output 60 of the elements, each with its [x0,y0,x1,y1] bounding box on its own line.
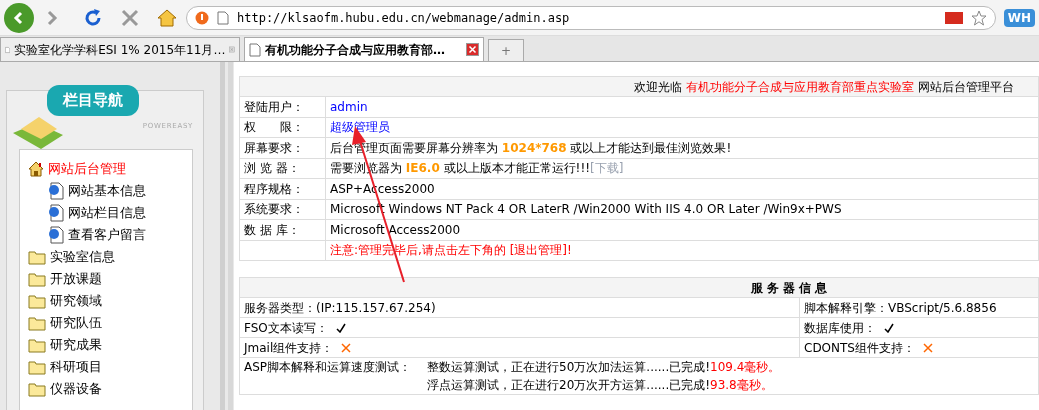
new-tab-button[interactable]: + [488,39,524,61]
nav-link[interactable]: 网站后台管理 [48,159,126,179]
nav-link[interactable]: 科研项目 [50,357,102,377]
nav-link[interactable]: 研究成果 [50,335,102,355]
close-icon[interactable] [466,43,479,56]
folder-icon [28,249,46,265]
page-icon [48,182,64,200]
nav-link[interactable]: 研究队伍 [50,313,102,333]
close-icon[interactable] [120,7,140,28]
section-title: 服 务 器 信 息 [750,280,828,295]
folder-icon [28,359,46,375]
server-info: 服务器类型：(IP:115.157.67.254) [244,300,436,315]
browser-tab[interactable]: 有机功能分子合成与应用教育部… [244,37,484,61]
tab-title: 实验室化学学科ESI 1% 2015年11月… [14,41,226,59]
nav-link[interactable]: 网站基本信息 [68,181,146,201]
server-info: 数据库使用： [804,320,876,335]
home-icon[interactable] [156,7,178,28]
row-label: 程序规格： [244,181,304,196]
page-icon [48,204,64,222]
folder-icon [28,337,46,353]
row-label: 数 据 库： [244,222,300,237]
row-value: admin [330,99,368,114]
folder-icon [28,315,46,331]
nav-title: 栏目导航 [47,85,139,116]
tab-title: 有机功能分子合成与应用教育部… [265,41,446,59]
welcome-text: 欢迎光临 有机功能分子合成与应用教育部重点实验室 网站后台管理平台 [634,79,1014,94]
row-label: 登陆用户： [244,99,304,114]
server-info: 脚本解释引擎：VBScript/5.6.8856 [804,300,997,315]
server-info: FSO文本读写： [244,320,328,335]
nav-link[interactable]: 仪器设备 [50,379,102,399]
server-info: CDONTS组件支持： [804,340,915,355]
nav-link[interactable]: 查看客户留言 [68,225,146,245]
speed-test-label: ASP脚本解释和运算速度测试： [244,359,412,376]
nav-link[interactable]: 研究领域 [50,291,102,311]
row-value: Microsoft Access2000 [330,222,461,237]
address-bar[interactable]: http://klsaofm.hubu.edu.cn/webmanage/admin.asp [186,5,996,30]
folder-icon [28,381,46,397]
row-value: 超级管理员 [330,120,390,135]
speed-test-result: 浮点运算测试，正在进行20万次开方运算......已完成!93.8毫秒。 [427,377,774,394]
page-icon [249,42,261,57]
nav-link[interactable]: 实验室信息 [50,247,115,267]
row-label: 屏幕要求： [244,140,304,155]
page-icon [217,10,229,25]
url-text: http://klsaofm.hubu.edu.cn/webmanage/admin.asp [237,9,570,27]
speed-test-result: 整数运算测试，正在进行50万次加法运算......已完成!109.4毫秒。 [427,359,781,376]
row-label: 系统要求： [244,202,304,217]
folder-icon [28,271,46,287]
browser-tab[interactable]: 实验室化学学科ESI 1% 2015年11月… [0,37,240,61]
flag-icon [944,11,963,24]
server-info: Jmail组件支持： [244,340,334,355]
house-icon [28,161,44,177]
back-button[interactable] [4,2,34,33]
page-icon [48,226,64,244]
folder-icon [28,293,46,309]
star-icon[interactable] [970,9,987,26]
info-icon [195,10,209,25]
row-label: 浏 览 器： [244,161,300,176]
row-label: 权 限： [244,120,304,135]
nav-link[interactable]: 网站栏目信息 [68,203,146,223]
nav-link[interactable]: 开放课题 [50,269,102,289]
